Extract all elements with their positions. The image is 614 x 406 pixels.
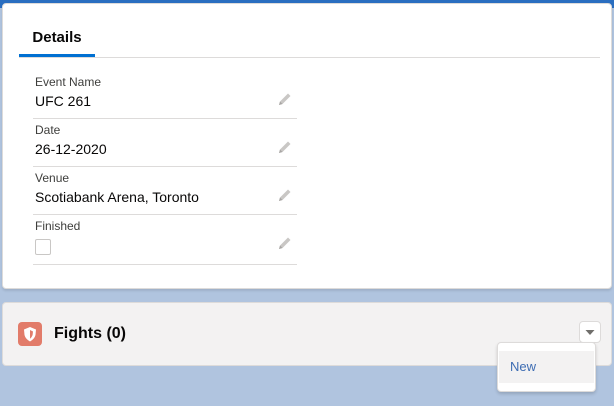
related-list-title[interactable]: Fights (0) (54, 325, 126, 343)
shield-icon (18, 322, 42, 346)
field-label: Date (35, 123, 61, 137)
field-label: Finished (35, 219, 81, 233)
field-value: UFC 261 (35, 93, 92, 109)
field-event-name: Event Name UFC 261 (33, 71, 297, 119)
details-card: Details Event Name UFC 261 Date 26-12-20… (2, 3, 612, 289)
field-label: Event Name (35, 75, 102, 89)
field-finished: Finished (33, 215, 297, 265)
field-value: 26-12-2020 (35, 141, 107, 157)
field-label: Venue (35, 171, 70, 185)
field-venue: Venue Scotiabank Arena, Toronto (33, 167, 297, 215)
pencil-icon[interactable] (277, 91, 293, 107)
field-date: Date 26-12-2020 (33, 119, 297, 167)
pencil-icon[interactable] (277, 187, 293, 203)
pencil-icon[interactable] (277, 139, 293, 155)
related-list-menu-button[interactable] (579, 321, 601, 343)
tab-details[interactable]: Details (19, 26, 95, 57)
finished-checkbox[interactable] (35, 239, 51, 255)
field-value: Scotiabank Arena, Toronto (35, 189, 199, 205)
tab-bar: Details (19, 26, 600, 58)
menu-item-new[interactable]: New (499, 351, 594, 383)
chevron-down-icon (585, 330, 595, 335)
pencil-icon[interactable] (277, 235, 293, 251)
actions-dropdown: New (497, 342, 596, 392)
